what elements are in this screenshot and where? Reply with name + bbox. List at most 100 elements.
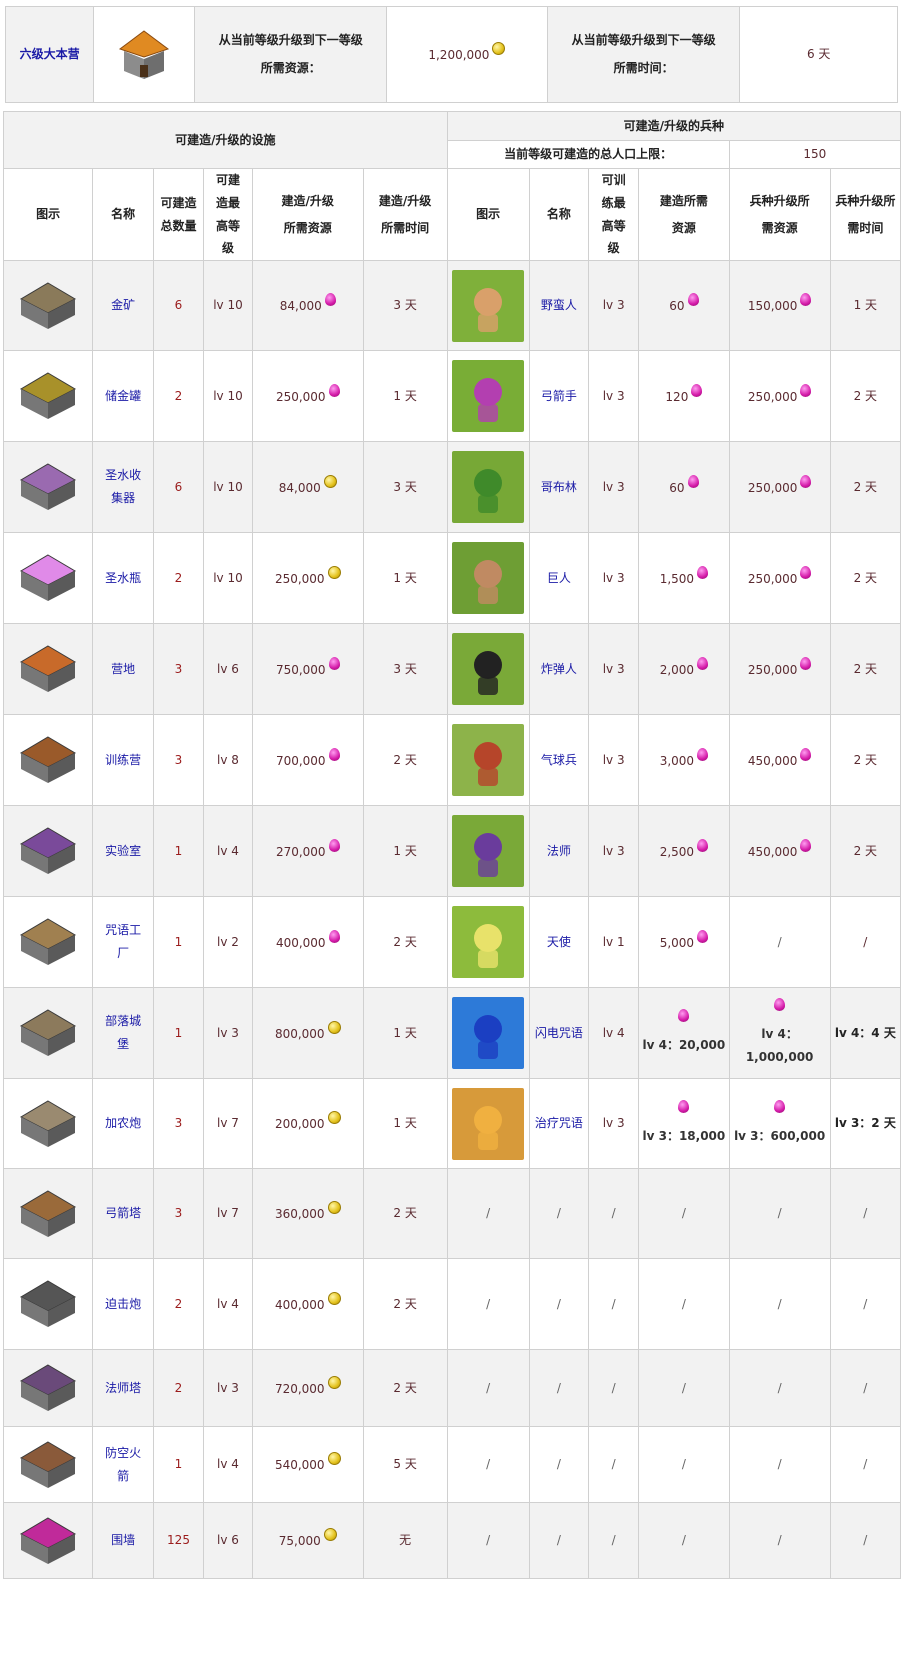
- building-cost: 75,000: [252, 1503, 363, 1579]
- troop-build-cost: 2,500: [639, 806, 729, 897]
- air-defense-icon: [15, 1434, 81, 1496]
- troop-upgrade-cost: 250,000: [729, 624, 830, 715]
- troop-build-cost: 1,500: [639, 533, 729, 624]
- building-level: lv 7: [204, 1079, 253, 1169]
- empty-cell: /: [729, 1259, 830, 1350]
- building-cost: 250,000: [252, 351, 363, 442]
- building-name[interactable]: 迫击炮: [93, 1259, 154, 1350]
- building-time: 2 天: [363, 1259, 447, 1350]
- building-cost: 800,000: [252, 988, 363, 1079]
- troop-name[interactable]: 哥布林: [529, 442, 589, 533]
- table-row: 训练营3lv 8700,0002 天 气球兵lv 33,000450,0002 …: [4, 715, 901, 806]
- building-name[interactable]: 储金罐: [93, 351, 154, 442]
- left-title: 可建造/升级的设施: [4, 112, 448, 169]
- troop-build-cost: lv 4：20,000: [639, 988, 729, 1079]
- troop-name[interactable]: 巨人: [529, 533, 589, 624]
- elixir-icon: [697, 566, 708, 579]
- building-name[interactable]: 防空火箭: [93, 1427, 154, 1503]
- giant-icon: [452, 542, 524, 614]
- troop-name[interactable]: 法师: [529, 806, 589, 897]
- building-image-cell: [4, 1350, 93, 1427]
- elixir-icon: [697, 839, 708, 852]
- elixir-icon: [688, 475, 699, 488]
- empty-cell: /: [830, 1350, 900, 1427]
- elixir-icon: [688, 293, 699, 306]
- elixir-icon: [691, 384, 702, 397]
- building-name[interactable]: 营地: [93, 624, 154, 715]
- barbarian-icon: [452, 270, 524, 342]
- th-name-link[interactable]: 六级大本营: [20, 47, 80, 61]
- building-image-cell: [4, 715, 93, 806]
- troop-name[interactable]: 弓箭手: [529, 351, 589, 442]
- troop-name[interactable]: 野蛮人: [529, 261, 589, 351]
- troop-upgrade-cost: 450,000: [729, 806, 830, 897]
- troop-upgrade-cost: 250,000: [729, 442, 830, 533]
- building-name[interactable]: 金矿: [93, 261, 154, 351]
- troop-level: lv 3: [589, 715, 639, 806]
- troop-name[interactable]: 天使: [529, 897, 589, 988]
- troop-name[interactable]: 炸弹人: [529, 624, 589, 715]
- building-name[interactable]: 实验室: [93, 806, 154, 897]
- right-title: 可建造/升级的兵种: [447, 112, 900, 141]
- res-value-cell: 1,200,000: [387, 7, 548, 103]
- empty-cell: /: [830, 1427, 900, 1503]
- building-name[interactable]: 圣水收集器: [93, 442, 154, 533]
- building-name[interactable]: 圣水瓶: [93, 533, 154, 624]
- troop-build-cost: 3,000: [639, 715, 729, 806]
- troop-upgrade-time: /: [830, 897, 900, 988]
- building-cost: 750,000: [252, 624, 363, 715]
- gold-icon: [328, 1021, 341, 1034]
- troop-upgrade-time: 1 天: [830, 261, 900, 351]
- building-name[interactable]: 咒语工厂: [93, 897, 154, 988]
- wizard-tower-icon: [15, 1357, 81, 1419]
- troop-name[interactable]: 治疗咒语: [529, 1079, 589, 1169]
- spell-factory-icon: [15, 911, 81, 973]
- empty-cell: /: [447, 1427, 529, 1503]
- building-level: lv 2: [204, 897, 253, 988]
- table-row: 金矿6lv 1084,0003 天 野蛮人lv 360150,0001 天: [4, 261, 901, 351]
- res-value: 1,200,000: [428, 48, 489, 62]
- building-time: 3 天: [363, 261, 447, 351]
- building-name[interactable]: 围墙: [93, 1503, 154, 1579]
- building-level: lv 3: [204, 1350, 253, 1427]
- building-count: 3: [154, 624, 204, 715]
- elixir-icon: [678, 1009, 689, 1022]
- barracks-icon: [15, 729, 81, 791]
- elixir-icon: [800, 475, 811, 488]
- building-cost: 270,000: [252, 806, 363, 897]
- building-count: 6: [154, 442, 204, 533]
- building-name[interactable]: 部落城堡: [93, 988, 154, 1079]
- building-name[interactable]: 弓箭塔: [93, 1169, 154, 1259]
- building-image-cell: [4, 1169, 93, 1259]
- elixir-collector-icon: [15, 456, 81, 518]
- building-time: 3 天: [363, 624, 447, 715]
- troop-name[interactable]: 闪电咒语: [529, 988, 589, 1079]
- town-hall-icon: [116, 25, 172, 85]
- troop-upgrade-time: lv 3：2 天: [830, 1079, 900, 1169]
- gold-storage-icon: [15, 365, 81, 427]
- empty-cell: /: [639, 1259, 729, 1350]
- building-name[interactable]: 加农炮: [93, 1079, 154, 1169]
- time-label-cell: 从当前等级升级到下一等级所需时间：: [547, 7, 740, 103]
- elixir-icon: [697, 748, 708, 761]
- building-count: 3: [154, 715, 204, 806]
- troop-upgrade-time: 2 天: [830, 533, 900, 624]
- troop-upgrade-time: 2 天: [830, 624, 900, 715]
- gold-icon: [328, 1201, 341, 1214]
- building-count: 1: [154, 806, 204, 897]
- wall-breaker-icon: [452, 633, 524, 705]
- building-name[interactable]: 训练营: [93, 715, 154, 806]
- gold-icon: [324, 1528, 337, 1541]
- col-right-name: 名称: [529, 169, 589, 261]
- pop-label: 当前等级可建造的总人口上限：: [447, 141, 729, 169]
- archer-tower-icon: [15, 1183, 81, 1245]
- building-name[interactable]: 法师塔: [93, 1350, 154, 1427]
- elixir-icon: [697, 930, 708, 943]
- building-count: 2: [154, 351, 204, 442]
- building-count: 3: [154, 1169, 204, 1259]
- goblin-icon: [452, 451, 524, 523]
- table-row: 部落城堡1lv 3800,0001 天 闪电咒语lv 4lv 4：20,000l…: [4, 988, 901, 1079]
- troop-build-cost: 2,000: [639, 624, 729, 715]
- troop-name[interactable]: 气球兵: [529, 715, 589, 806]
- building-image-cell: [4, 1503, 93, 1579]
